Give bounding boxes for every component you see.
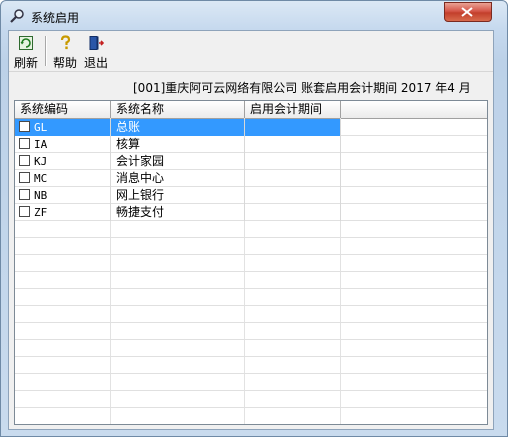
- column-header-code[interactable]: 系统编码: [15, 101, 111, 118]
- system-code-cell[interactable]: GL: [15, 119, 111, 136]
- system-code-cell[interactable]: ZF: [15, 204, 111, 221]
- exit-button[interactable]: 退出: [81, 35, 111, 70]
- table-row[interactable]: NB 网上银行: [15, 187, 487, 204]
- empty-row: [15, 238, 487, 255]
- system-table[interactable]: 系统编码 系统名称 启用会计期间 GL 总账 IA 核算 KJ 会计家园 MC 消息中心 NB 网…: [14, 100, 488, 425]
- empty-row: [15, 289, 487, 306]
- system-code-cell[interactable]: KJ: [15, 153, 111, 170]
- system-code: NB: [34, 189, 48, 202]
- system-name-cell[interactable]: 网上银行: [111, 187, 245, 204]
- enable-checkbox[interactable]: [19, 138, 30, 149]
- help-button[interactable]: 帮助: [50, 35, 80, 70]
- enable-period-cell[interactable]: [245, 204, 341, 221]
- empty-row: [15, 323, 487, 340]
- title-bar[interactable]: 系统启用: [1, 1, 507, 31]
- system-name-cell[interactable]: 畅捷支付: [111, 204, 245, 221]
- empty-row: [15, 408, 487, 424]
- system-code: GL: [34, 121, 48, 134]
- empty-row: [15, 221, 487, 238]
- table-row[interactable]: MC 消息中心: [15, 170, 487, 187]
- enable-period-cell[interactable]: [245, 136, 341, 153]
- table-row[interactable]: KJ 会计家园: [15, 153, 487, 170]
- system-code-cell[interactable]: MC: [15, 170, 111, 187]
- company-name: [001]重庆阿可云网络有限公司: [133, 81, 298, 95]
- column-header-name[interactable]: 系统名称: [111, 101, 245, 118]
- empty-row: [15, 391, 487, 408]
- table-header: 系统编码 系统名称 启用会计期间: [15, 101, 487, 119]
- empty-row: [15, 340, 487, 357]
- empty-row: [15, 357, 487, 374]
- client-area: 刷新 帮助 退出 [001]重庆阿可云网络有限公司 账套启用会计期间 2017 …: [8, 30, 494, 430]
- enable-checkbox[interactable]: [19, 155, 30, 166]
- system-code: IA: [34, 138, 48, 151]
- system-name-cell[interactable]: 消息中心: [111, 170, 245, 187]
- close-icon: [461, 7, 473, 17]
- empty-row: [15, 374, 487, 391]
- enable-period-cell[interactable]: [245, 153, 341, 170]
- table-row[interactable]: ZF 畅捷支付: [15, 204, 487, 221]
- enable-checkbox[interactable]: [19, 172, 30, 183]
- system-enable-window: 系统启用 刷新 帮助 退出 [001]重庆阿可云网络有限公司 账套启用会计期间 …: [0, 0, 508, 437]
- account-info: [001]重庆阿可云网络有限公司 账套启用会计期间 2017 年4 月: [133, 79, 471, 96]
- system-code: MC: [34, 172, 48, 185]
- refresh-button[interactable]: 刷新: [11, 35, 41, 70]
- system-code: KJ: [34, 155, 48, 168]
- enable-checkbox[interactable]: [19, 189, 30, 200]
- toolbar: 刷新 帮助 退出: [9, 31, 493, 72]
- enable-period-cell[interactable]: [245, 119, 341, 136]
- system-name-cell[interactable]: 核算: [111, 136, 245, 153]
- enable-period-cell[interactable]: [245, 170, 341, 187]
- system-code-cell[interactable]: NB: [15, 187, 111, 204]
- window-title: 系统启用: [31, 11, 80, 25]
- enable-checkbox[interactable]: [19, 206, 30, 217]
- empty-row: [15, 255, 487, 272]
- refresh-icon: [19, 36, 33, 50]
- close-button[interactable]: [444, 2, 492, 22]
- table-row[interactable]: IA 核算: [15, 136, 487, 153]
- enable-checkbox[interactable]: [19, 121, 30, 132]
- magnifier-icon: [10, 9, 24, 23]
- help-icon: [60, 35, 71, 50]
- empty-row: [15, 306, 487, 323]
- exit-icon: [89, 36, 104, 50]
- system-name-cell[interactable]: 会计家园: [111, 153, 245, 170]
- column-header-period[interactable]: 启用会计期间: [245, 101, 341, 118]
- system-code: ZF: [34, 206, 48, 219]
- enable-period-cell[interactable]: [245, 187, 341, 204]
- system-code-cell[interactable]: IA: [15, 136, 111, 153]
- empty-row: [15, 272, 487, 289]
- system-name-cell[interactable]: 总账: [111, 119, 245, 136]
- toolbar-separator: [45, 36, 47, 66]
- enable-period: 账套启用会计期间 2017 年4 月: [301, 81, 471, 95]
- table-row[interactable]: GL 总账: [15, 119, 487, 136]
